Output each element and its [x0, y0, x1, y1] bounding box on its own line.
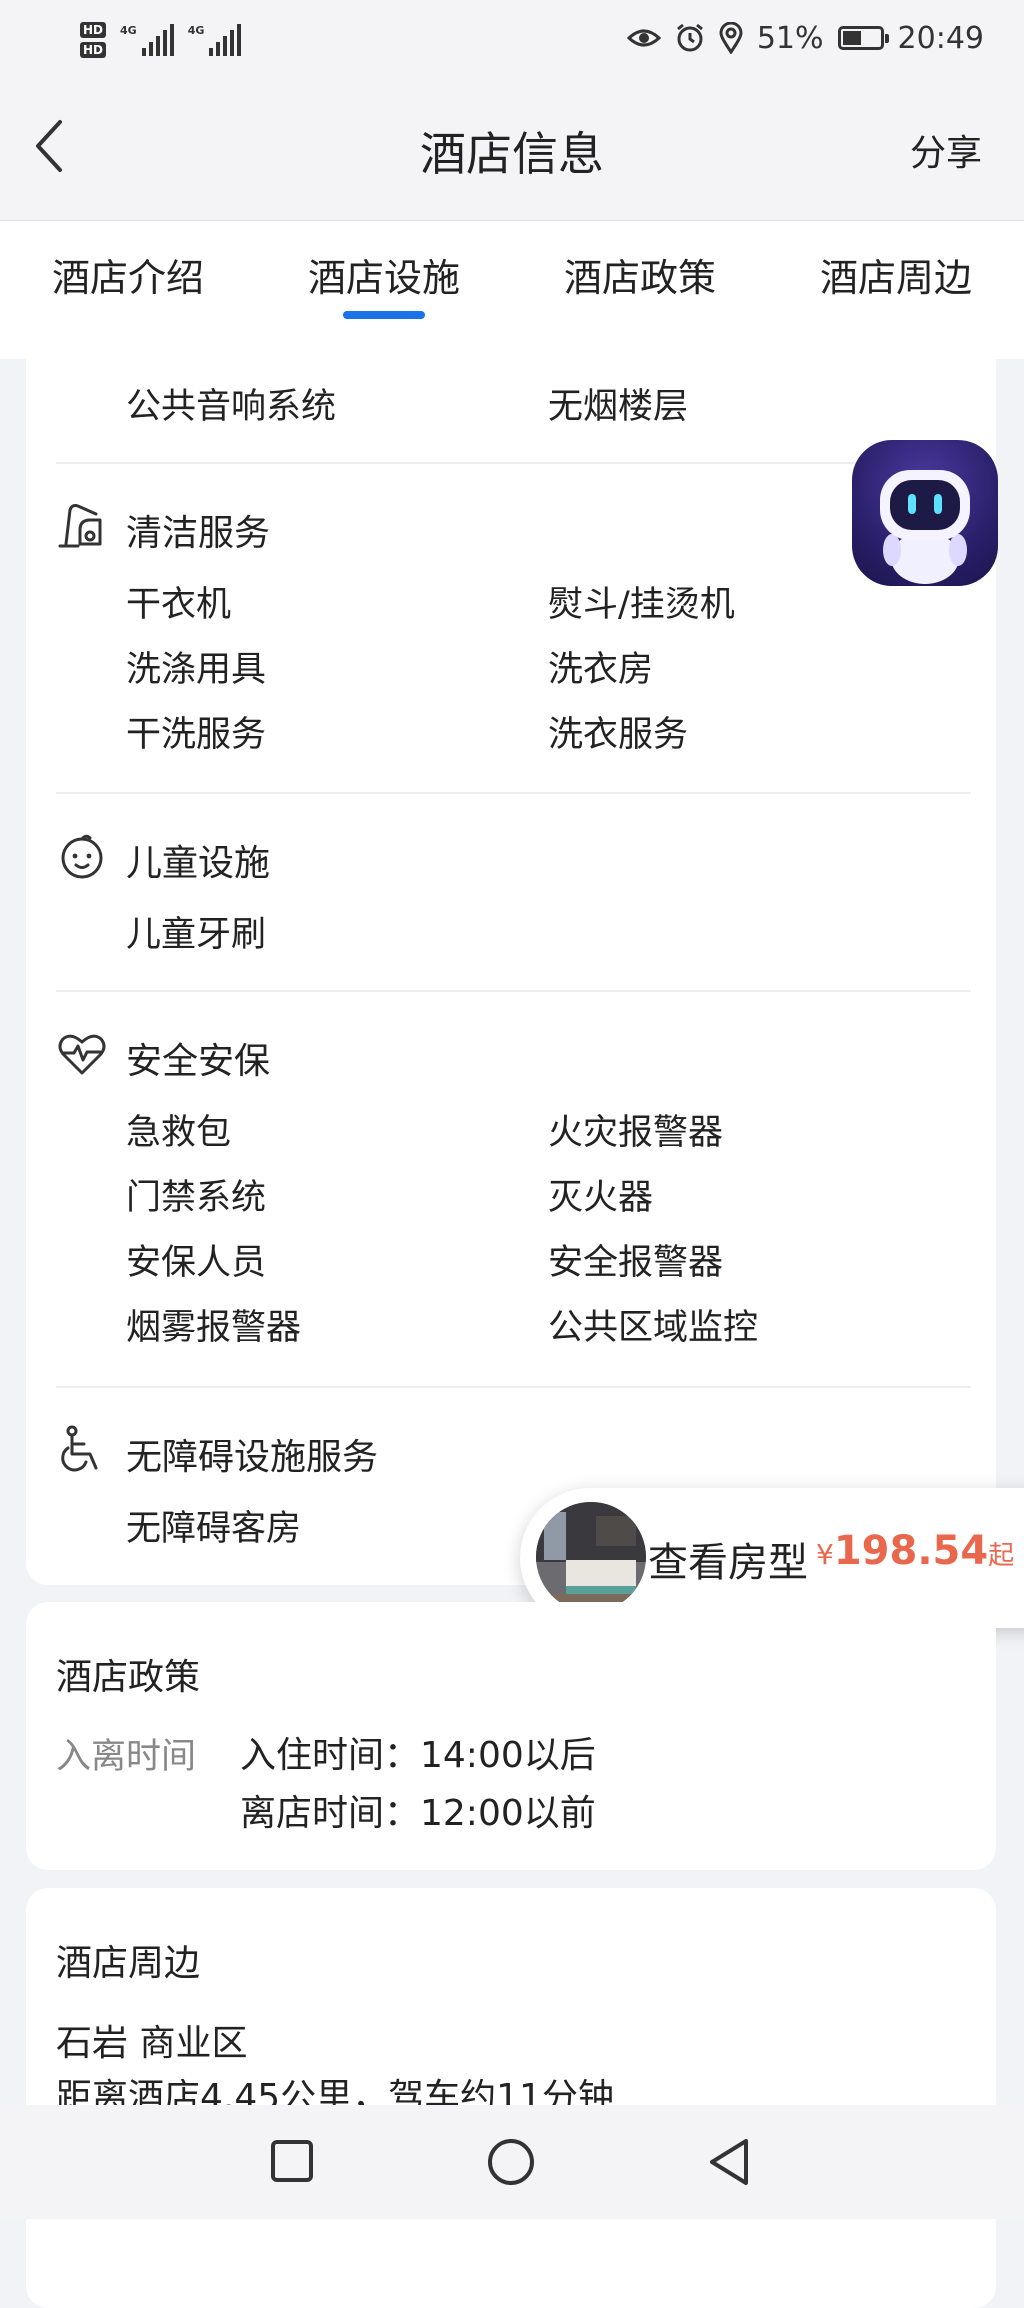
tab-hotel-intro[interactable]: 酒店介绍 — [0, 247, 256, 302]
facility-item: 儿童牙刷 — [126, 915, 267, 955]
checkout-time: 离店时间：12:00以前 — [240, 1793, 596, 1834]
facility-item: 无障碍客房 — [126, 1509, 302, 1549]
signal-indicators: HD HD 4G 4G — [80, 10, 242, 70]
facility-item: 干洗服务 — [126, 715, 267, 755]
system-nav-bar — [0, 2105, 1024, 2219]
wheelchair-icon — [61, 1425, 98, 1472]
alarm-icon — [676, 23, 703, 52]
active-tab-indicator — [343, 311, 425, 319]
nearby-card: 酒店周边 石岩 商业区 距离酒店4.45公里，驾车约11分钟 — [26, 1888, 996, 2308]
clock: 20:49 — [897, 20, 984, 56]
facility-item: 洗衣房 — [548, 650, 654, 690]
facility-item: 干衣机 — [126, 585, 232, 625]
share-button[interactable]: 分享 — [910, 124, 982, 176]
section-title-cleaning: 清洁服务 — [126, 513, 271, 554]
signal-2-icon: 4G — [188, 24, 242, 56]
facility-item: 火灾报警器 — [548, 1113, 724, 1153]
battery-percent: 51% — [756, 20, 824, 56]
location-icon — [719, 22, 743, 54]
divider — [56, 462, 971, 464]
heart-pulse-icon — [58, 1034, 106, 1075]
section-title-children: 儿童设施 — [126, 843, 271, 884]
robot-icon — [880, 470, 970, 584]
room-price: ¥198.54起 — [816, 1528, 1015, 1574]
divider — [56, 1386, 971, 1388]
status-right: 51% 20:49 — [626, 16, 984, 60]
signal-1-icon: 4G — [120, 24, 174, 56]
battery-icon — [837, 26, 889, 50]
divider — [56, 990, 971, 992]
facility-item: 洗衣服务 — [548, 715, 689, 755]
vacuum-icon — [58, 504, 102, 548]
facility-item: 公共区域监控 — [548, 1308, 759, 1348]
ai-assistant-button[interactable] — [852, 440, 998, 586]
policy-card: 酒店政策 入离时间 入住时间：14:00以后 离店时间：12:00以前 — [26, 1602, 996, 1870]
home-button[interactable] — [486, 2137, 536, 2187]
baby-face-icon — [61, 834, 103, 879]
facility-item: 门禁系统 — [126, 1178, 267, 1218]
section-title-accessible: 无障碍设施服务 — [126, 1437, 379, 1478]
nearby-title: 酒店周边 — [56, 1943, 201, 1984]
facility-item: 洗涤用具 — [126, 650, 267, 690]
hd-badge-2: HD — [80, 42, 107, 58]
policy-title: 酒店政策 — [56, 1657, 201, 1698]
view-room-types-label: 查看房型 — [648, 1540, 808, 1586]
facility-item: 急救包 — [126, 1113, 232, 1153]
facilities-card: 公共音响系统 无烟楼层 清洁服务 干衣机 熨斗/挂烫机 洗涤用具 洗衣房 干洗服… — [26, 330, 996, 1585]
page-title: 酒店信息 — [420, 127, 604, 181]
recent-apps-button[interactable] — [270, 2139, 314, 2183]
section-title-safety: 安全安保 — [126, 1041, 271, 1082]
facility-item: 无烟楼层 — [548, 387, 689, 427]
tab-hotel-policy[interactable]: 酒店政策 — [512, 247, 768, 302]
tab-hotel-nearby[interactable]: 酒店周边 — [768, 247, 1024, 302]
checkin-time-label: 入离时间 — [56, 1737, 197, 1777]
facility-item: 公共音响系统 — [126, 387, 337, 427]
nearby-place: 石岩 商业区 — [56, 2023, 248, 2064]
divider — [56, 792, 971, 794]
hd-badge-1: HD — [80, 22, 107, 38]
facility-item: 熨斗/挂烫机 — [548, 585, 735, 625]
facility-item: 安全报警器 — [548, 1243, 724, 1283]
room-thumbnail — [536, 1502, 646, 1612]
nav-header: 酒店信息 分享 — [0, 80, 1024, 221]
facility-item: 安保人员 — [126, 1243, 267, 1283]
facility-item: 烟雾报警器 — [126, 1308, 302, 1348]
tab-hotel-facilities[interactable]: 酒店设施 — [256, 247, 512, 302]
eye-icon — [626, 29, 661, 47]
status-bar: HD HD 4G 4G 51% 20:49 — [0, 0, 1024, 80]
facility-item: 灭火器 — [548, 1178, 654, 1218]
back-nav-button[interactable] — [706, 2137, 752, 2187]
checkin-time: 入住时间：14:00以后 — [240, 1735, 596, 1776]
